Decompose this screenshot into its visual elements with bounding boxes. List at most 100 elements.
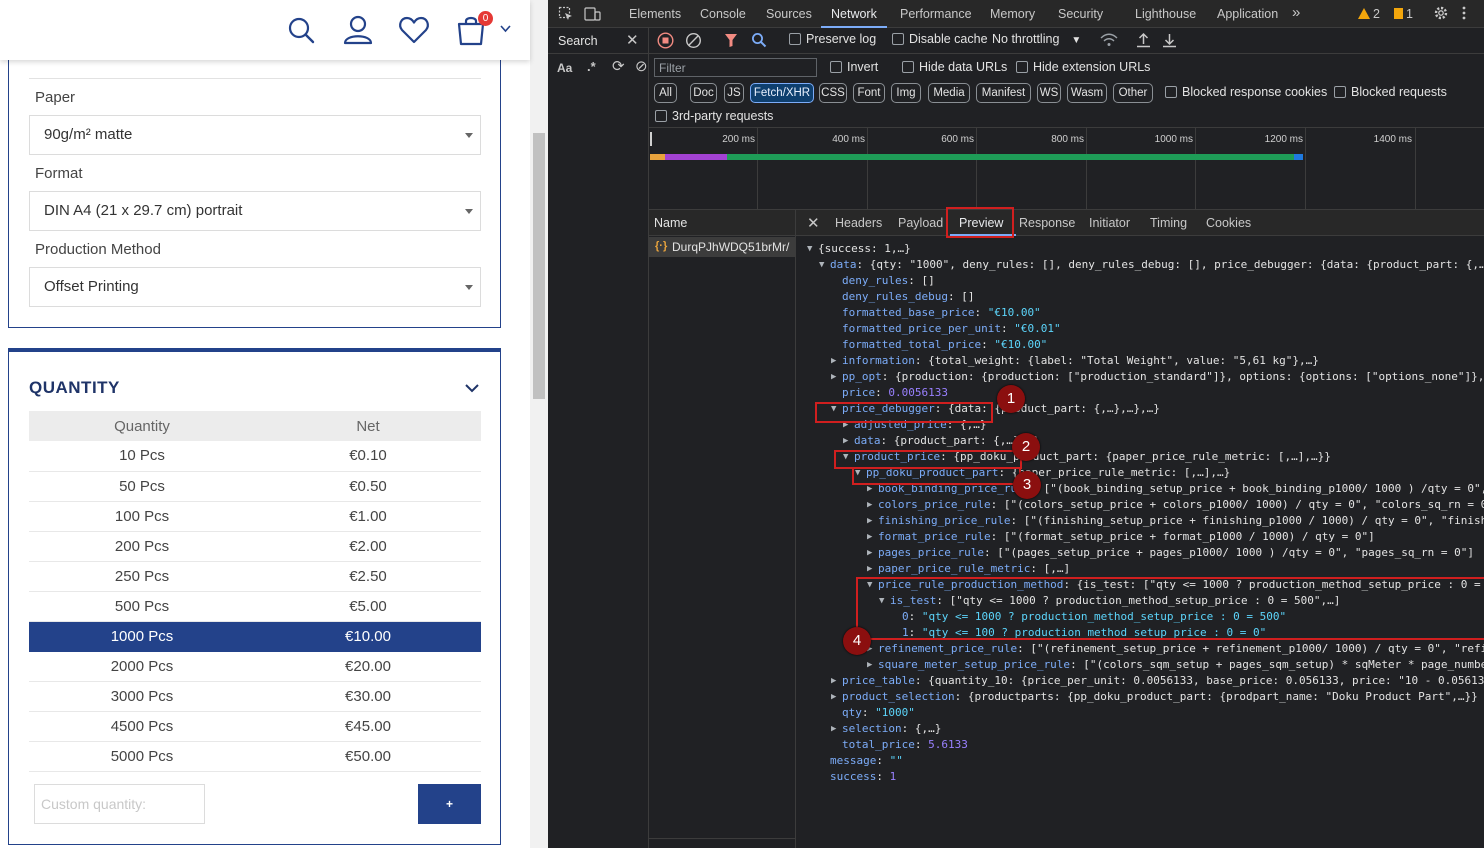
collapsed-triangle-icon[interactable]: ▶ xyxy=(831,721,836,737)
issues-counter[interactable]: 1 xyxy=(1394,7,1413,21)
name-column-header[interactable]: Name xyxy=(649,210,795,236)
collapsed-triangle-icon[interactable]: ▶ xyxy=(867,513,872,529)
tab-initiator[interactable]: Initiator xyxy=(1089,216,1130,230)
invert-checkbox[interactable]: Invert xyxy=(830,60,878,74)
kebab-menu-icon[interactable] xyxy=(1460,5,1468,21)
json-tree-node[interactable]: ▼ pp_doku_product_part: {paper_price_rule… xyxy=(855,465,1230,481)
warnings-counter[interactable]: 2 xyxy=(1358,7,1380,21)
collapsed-triangle-icon[interactable]: ▶ xyxy=(843,433,848,449)
custom-quantity-input[interactable] xyxy=(34,784,205,824)
export-har-icon[interactable] xyxy=(1162,32,1177,48)
third-party-requests-checkbox[interactable]: 3rd-party requests xyxy=(655,109,773,123)
format-select[interactable]: DIN A4 (21 x 29.7 cm) portrait xyxy=(29,191,481,231)
json-tree-node[interactable]: ▶ adjusted_price: {,…} xyxy=(843,417,986,433)
page-scrollbar[interactable] xyxy=(530,0,548,848)
tab-cookies[interactable]: Cookies xyxy=(1206,216,1251,230)
close-icon[interactable]: ✕ xyxy=(626,31,639,49)
json-tree-node[interactable]: ▶ square_meter_setup_price_rule: ["(color… xyxy=(867,657,1484,673)
type-filter-js[interactable]: JS xyxy=(724,83,744,103)
user-icon[interactable] xyxy=(341,12,375,48)
collapsed-triangle-icon[interactable]: ▶ xyxy=(831,369,836,385)
hide-data-urls-checkbox[interactable]: Hide data URLs xyxy=(902,60,1007,74)
tab-lighthouse[interactable]: Lighthouse xyxy=(1135,7,1196,21)
checkbox[interactable] xyxy=(830,61,842,73)
type-filter-all[interactable]: All xyxy=(654,83,677,103)
gear-icon[interactable] xyxy=(1433,5,1449,21)
inspect-element-icon[interactable] xyxy=(558,6,574,22)
tab-timing[interactable]: Timing xyxy=(1150,216,1187,230)
collapsed-triangle-icon[interactable]: ▶ xyxy=(843,417,848,433)
json-tree-node[interactable]: ▶ paper_price_rule_metric: [,…] xyxy=(867,561,1070,577)
table-row[interactable]: 1000 Pcs €10.00 xyxy=(29,621,481,652)
type-filter-fetch-xhr[interactable]: Fetch/XHR xyxy=(750,83,814,103)
table-row[interactable]: 200 Pcs €2.00 xyxy=(29,531,481,562)
table-row[interactable]: 4500 Pcs €45.00 xyxy=(29,711,481,742)
table-row[interactable]: 2000 Pcs €20.00 xyxy=(29,651,481,682)
table-row[interactable]: 10 Pcs €0.10 xyxy=(29,441,481,472)
collapsed-triangle-icon[interactable]: ▶ xyxy=(867,561,872,577)
json-tree-node[interactable]: ▶ format_price_rule: ["(format_setup_pric… xyxy=(867,529,1375,545)
tab-network[interactable]: Network xyxy=(831,7,877,21)
collapsed-triangle-icon[interactable]: ▶ xyxy=(867,481,872,497)
collapsed-triangle-icon[interactable]: ▶ xyxy=(867,657,872,673)
clear-search-icon[interactable]: ⊘ xyxy=(635,57,648,75)
tab-security[interactable]: Security xyxy=(1058,7,1103,21)
preserve-log-checkbox[interactable]: Preserve log xyxy=(789,32,876,46)
expanded-triangle-icon[interactable]: ▼ xyxy=(843,449,848,465)
blocked-response-cookies-checkbox[interactable]: Blocked response cookies xyxy=(1165,85,1327,99)
json-tree-node[interactable]: ▼ is_test: ["qty <= 1000 ? production_met… xyxy=(879,593,1340,609)
table-row[interactable]: 50 Pcs €0.50 xyxy=(29,471,481,502)
filter-input[interactable] xyxy=(654,58,817,77)
add-custom-quantity-button[interactable]: + xyxy=(418,784,481,824)
type-filter-img[interactable]: Img xyxy=(891,83,921,103)
filter-icon[interactable] xyxy=(724,33,738,48)
record-stop-icon[interactable] xyxy=(657,32,674,49)
checkbox[interactable] xyxy=(1016,61,1028,73)
device-toolbar-icon[interactable] xyxy=(584,6,601,22)
type-filter-wasm[interactable]: Wasm xyxy=(1067,83,1107,103)
tab-response[interactable]: Response xyxy=(1019,216,1075,230)
import-har-icon[interactable] xyxy=(1136,32,1151,48)
type-filter-font[interactable]: Font xyxy=(853,83,885,103)
tab-memory[interactable]: Memory xyxy=(990,7,1035,21)
paper-select[interactable]: 90g/m² matte xyxy=(29,115,481,155)
expanded-triangle-icon[interactable]: ▼ xyxy=(831,401,836,417)
json-tree-node[interactable]: ▶ finishing_price_rule: ["(finishing_setu… xyxy=(867,513,1484,529)
expanded-triangle-icon[interactable]: ▼ xyxy=(819,257,824,273)
throttling-select[interactable]: No throttling ▼ xyxy=(992,32,1081,46)
checkbox[interactable] xyxy=(1334,86,1346,98)
json-tree-node[interactable]: ▶ pp_opt: {production: {production: ["pro… xyxy=(831,369,1484,385)
expanded-triangle-icon[interactable]: ▼ xyxy=(867,577,872,593)
json-tree-node[interactable]: ▼ price_rule_production_method: {is_test:… xyxy=(867,577,1481,593)
page-scrollbar-thumb[interactable] xyxy=(533,133,545,399)
tab-console[interactable]: Console xyxy=(700,7,746,21)
table-row[interactable]: 500 Pcs €5.00 xyxy=(29,591,481,622)
match-case-button[interactable]: Aa xyxy=(557,61,572,75)
chevron-down-icon[interactable] xyxy=(464,382,480,394)
clear-icon[interactable] xyxy=(685,32,702,49)
json-tree-node[interactable]: ▶ colors_price_rule: ["(colors_setup_pric… xyxy=(867,497,1484,513)
json-tree-node[interactable]: ▼ {success: 1,…} xyxy=(807,241,911,257)
type-filter-doc[interactable]: Doc xyxy=(690,83,717,103)
regex-button[interactable]: .* xyxy=(587,59,596,74)
type-filter-media[interactable]: Media xyxy=(928,83,970,103)
type-filter-ws[interactable]: WS xyxy=(1037,83,1061,103)
table-row[interactable]: 250 Pcs €2.50 xyxy=(29,561,481,592)
search-icon[interactable] xyxy=(751,32,767,48)
disable-cache-checkbox[interactable]: Disable cache xyxy=(892,32,988,46)
more-tabs-button[interactable]: » xyxy=(1292,4,1300,21)
blocked-requests-checkbox[interactable]: Blocked requests xyxy=(1334,85,1447,99)
json-tree-node[interactable]: ▶ refinement_price_rule: ["(refinement_se… xyxy=(867,641,1484,657)
type-filter-css[interactable]: CSS xyxy=(819,83,847,103)
search-icon[interactable] xyxy=(284,12,318,48)
checkbox[interactable] xyxy=(892,33,904,45)
tab-payload[interactable]: Payload xyxy=(898,216,943,230)
tab-preview[interactable]: Preview xyxy=(959,216,1003,230)
json-tree-node[interactable]: ▶ information: {total_weight: {label: "To… xyxy=(831,353,1319,369)
expanded-triangle-icon[interactable]: ▼ xyxy=(855,465,860,481)
json-tree-node[interactable]: ▼ data: {qty: "1000", deny_rules: [], den… xyxy=(819,257,1484,273)
network-timeline-overview[interactable]: 200 ms 400 ms 600 ms 800 ms 1000 ms 1200… xyxy=(649,128,1484,210)
checkbox[interactable] xyxy=(655,110,667,122)
json-tree-node[interactable]: ▶ book_binding_price_rule: ["(book_bindin… xyxy=(867,481,1484,497)
hide-extension-urls-checkbox[interactable]: Hide extension URLs xyxy=(1016,60,1150,74)
